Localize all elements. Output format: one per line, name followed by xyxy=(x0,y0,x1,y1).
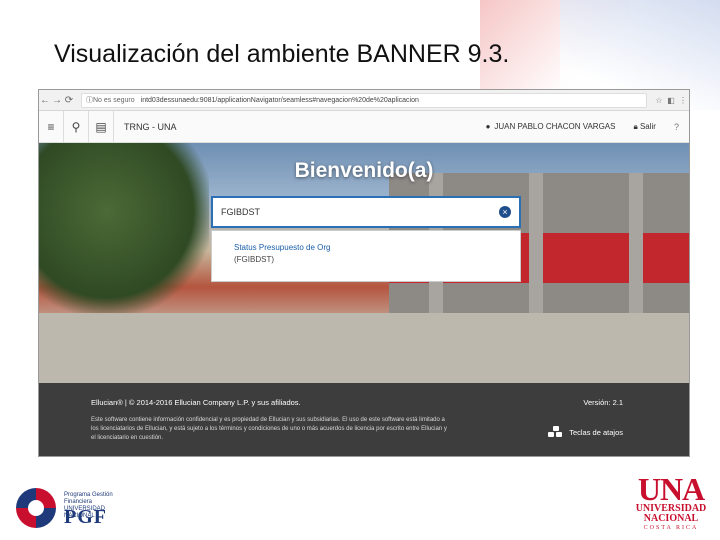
lock-icon: 🔒︎ xyxy=(633,121,638,131)
search-input[interactable] xyxy=(213,206,499,218)
pgf-wordmark: PGF xyxy=(64,506,107,528)
pgf-emblem-icon xyxy=(16,488,56,528)
extension-icon[interactable]: ◧ xyxy=(665,96,677,105)
app-title: TRNG - UNA xyxy=(124,121,177,132)
browser-toolbar: ← → ⟳ ⓘ No es seguro intd03dessunaedu:90… xyxy=(39,90,689,111)
una-logo: UNA UNIVERSIDAD NACIONAL COSTA RICA xyxy=(630,471,712,531)
help-button[interactable]: ? xyxy=(674,122,679,132)
welcome-heading: Bienvenido(a) xyxy=(294,159,434,182)
keyboard-shortcuts-button[interactable]: Teclas de atajos xyxy=(548,426,623,438)
back-icon[interactable]: ← xyxy=(39,95,51,106)
una-country: COSTA RICA xyxy=(643,525,699,531)
slide-title: Visualización del ambiente BANNER 9.3. xyxy=(54,40,510,68)
page-search-box: × xyxy=(211,196,521,228)
star-icon[interactable]: ☆ xyxy=(653,96,665,105)
hamburger-menu-icon[interactable]: ≡ xyxy=(39,120,63,134)
result-title: Status Presupuesto de Org xyxy=(234,243,331,252)
background-ground xyxy=(39,313,689,383)
result-code: (FGIBDST) xyxy=(234,255,274,264)
app-header: ≡ ⚲ ▤ TRNG - UNA ● JUAN PABLO CHACON VAR… xyxy=(39,111,689,143)
clear-search-icon[interactable]: × xyxy=(499,206,511,218)
exit-button[interactable]: 🔒︎ Salir xyxy=(633,122,656,132)
user-icon: ● xyxy=(485,122,491,131)
url-text: intd03dessunaedu:9081/applicationNavigat… xyxy=(140,96,419,104)
shortcuts-label: Teclas de atajos xyxy=(569,427,623,437)
una-wordmark: UNA xyxy=(637,471,705,507)
info-icon: ⓘ xyxy=(86,97,93,104)
pgf-logo: Programa Gestión Financiera UNIVERSIDAD … xyxy=(12,480,122,540)
user-name: JUAN PABLO CHACON VARGAS xyxy=(494,122,616,131)
banner-screenshot: ← → ⟳ ⓘ No es seguro intd03dessunaedu:90… xyxy=(38,89,690,457)
keyboard-shortcuts-icon xyxy=(548,426,564,438)
pgf-caption-line: Programa Gestión Financiera xyxy=(64,492,113,505)
security-label: No es seguro xyxy=(93,96,135,104)
user-menu[interactable]: ● JUAN PABLO CHACON VARGAS xyxy=(486,122,616,131)
notifications-icon[interactable]: ▤ xyxy=(89,120,113,134)
welcome-background: Bienvenido(a) × Status Presupuesto de Or… xyxy=(39,143,689,383)
divider xyxy=(113,111,114,142)
exit-label: Salir xyxy=(639,121,656,131)
search-result-item[interactable]: Status Presupuesto de Org (FGIBDST) xyxy=(211,230,521,282)
una-line: NACIONAL xyxy=(643,513,699,524)
version-text: Versión: 2.1 xyxy=(583,398,623,407)
search-icon[interactable]: ⚲ xyxy=(64,120,88,134)
copyright-text: Ellucian® | © 2014-2016 Ellucian Company… xyxy=(91,398,301,407)
menu-dots-icon[interactable]: ⋮ xyxy=(677,96,689,105)
address-bar[interactable]: ⓘ No es seguro intd03dessunaedu:9081/app… xyxy=(81,92,647,108)
forward-icon[interactable]: → xyxy=(51,95,63,106)
reload-icon[interactable]: ⟳ xyxy=(63,95,75,106)
footer: Ellucian® | © 2014-2016 Ellucian Company… xyxy=(39,383,689,456)
disclaimer-text: Este software contiene información confi… xyxy=(91,417,447,441)
